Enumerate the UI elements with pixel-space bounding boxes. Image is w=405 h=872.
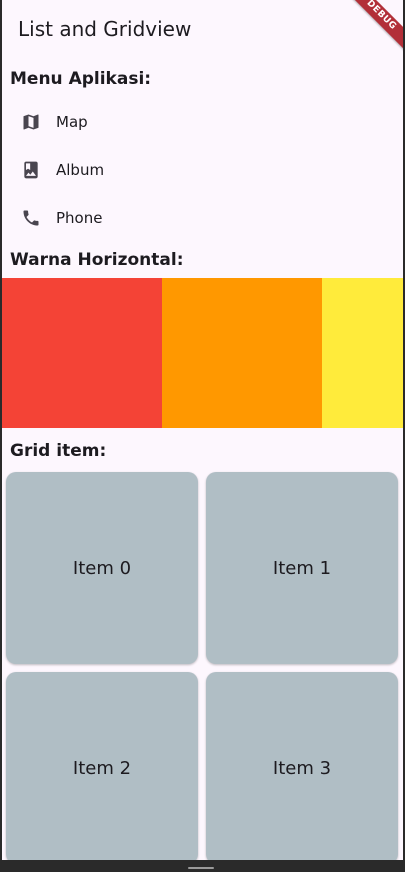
grid-item-0[interactable]: Item 0 [6, 472, 198, 664]
photo-album-icon [20, 159, 42, 181]
color-box-orange [162, 278, 322, 428]
menu-item-album[interactable]: Album [2, 146, 403, 194]
color-box-red [2, 278, 162, 428]
menu-label-album: Album [56, 161, 105, 179]
grid-item-1[interactable]: Item 1 [206, 472, 398, 664]
color-box-yellow [322, 278, 403, 428]
menu-list: Map Album Phone [2, 98, 403, 242]
phone-icon [20, 207, 42, 229]
menu-section-title: Menu Aplikasi: [10, 69, 152, 89]
menu-label-phone: Phone [56, 209, 103, 227]
item-grid: Item 0 Item 1 Item 2 Item 3 [2, 472, 403, 860]
menu-item-phone[interactable]: Phone [2, 194, 403, 242]
grid-item-2[interactable]: Item 2 [6, 672, 198, 860]
app-screen: List and Gridview DEBUG Menu Aplikasi: M… [2, 0, 403, 860]
menu-item-map[interactable]: Map [2, 98, 403, 146]
app-title: List and Gridview [18, 17, 192, 41]
menu-label-map: Map [56, 113, 88, 131]
horizontal-color-list[interactable] [2, 278, 403, 428]
map-icon [20, 111, 42, 133]
home-gesture-handle[interactable] [188, 867, 214, 869]
app-bar: List and Gridview [2, 0, 403, 58]
system-navigation-bar [0, 860, 405, 872]
grid-item-3[interactable]: Item 3 [206, 672, 398, 860]
grid-section-title: Grid item: [10, 441, 107, 461]
color-section-title: Warna Horizontal: [10, 250, 184, 270]
